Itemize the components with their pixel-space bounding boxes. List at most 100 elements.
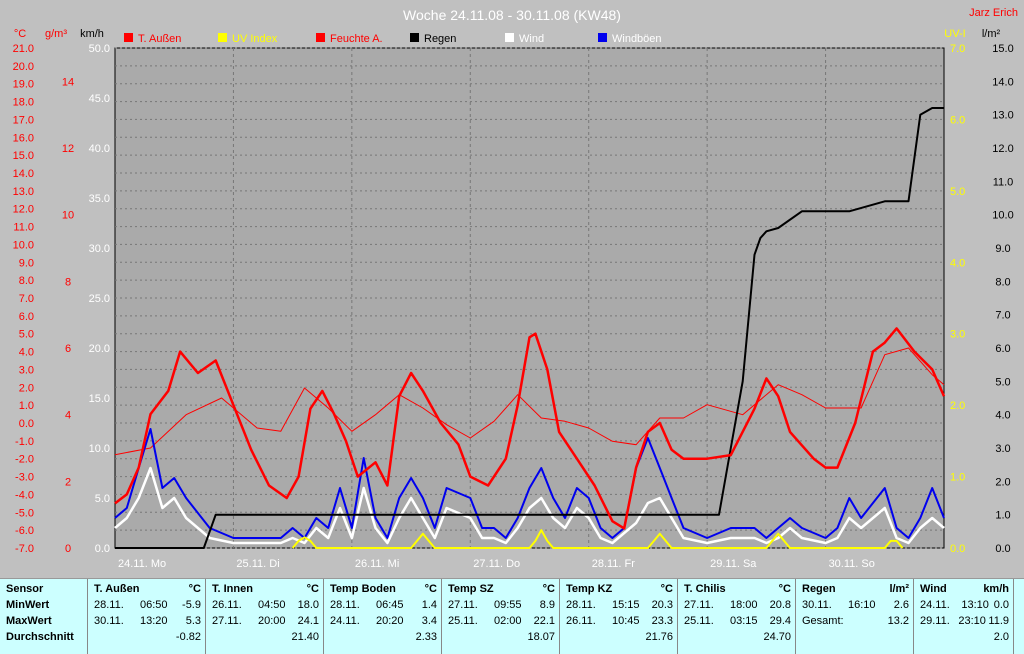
stats-cell: 28.11. (94, 599, 124, 611)
stats-cell: 8.9 (539, 599, 555, 611)
stats-cell: Wind (920, 583, 947, 595)
temp-tick-label: 4.0 (19, 347, 34, 359)
temp-tick-label: 16.0 (13, 132, 34, 144)
stats-row (802, 629, 909, 645)
stats-cell: T. Innen (212, 583, 253, 595)
stats-cell: 13:20 (140, 615, 168, 627)
rain-tick-label: 13.0 (992, 110, 1013, 122)
weather-chart: Woche 24.11.08 - 30.11.08 (KW48) Jarz Eri… (0, 0, 1024, 578)
wind-axis-unit: km/h (80, 28, 104, 40)
uv-tick-label: 3.0 (950, 329, 965, 341)
wind-tick-label: 20.0 (89, 343, 110, 355)
x-tick-label: 30.11. So (829, 558, 875, 570)
legend-swatch (124, 33, 133, 42)
stats-cell: 21.40 (291, 631, 319, 643)
uv-tick-label: 4.0 (950, 257, 965, 269)
stats-cell: 02:00 (494, 615, 522, 627)
temp-tick-label: 15.0 (13, 150, 34, 162)
rain-tick-label: 5.0 (995, 376, 1010, 388)
stats-cell: 1.4 (421, 599, 437, 611)
stats-cell: 20.8 (769, 599, 791, 611)
stats-cell: 15:15 (612, 599, 640, 611)
stats-cell: Gesamt: (802, 615, 844, 627)
wind-tick-label: 0.0 (95, 543, 110, 555)
stats-cell: -5.9 (182, 599, 201, 611)
stats-cell: 29.11. (920, 615, 950, 627)
temp-tick-label: 6.0 (19, 311, 34, 323)
stats-row: 27.11. 20:00 24.1 (212, 613, 319, 629)
stats-cell: °C (306, 583, 319, 595)
wind-tick-label: 45.0 (89, 93, 110, 105)
stats-cell: 18.07 (527, 631, 555, 643)
stats-row: 2.33 (330, 629, 437, 645)
stats-cell (802, 629, 848, 645)
label-min: MinWert (6, 599, 50, 611)
stats-row: Temp KZ °C (566, 581, 673, 597)
stats-cell: km/h (983, 583, 1009, 595)
stats-row: 28.11. 06:45 1.4 (330, 597, 437, 613)
temp-tick-label: 2.0 (19, 382, 34, 394)
label-sensor: Sensor (6, 583, 44, 595)
uv-tick-label: 5.0 (950, 186, 965, 198)
legend-label: Regen (424, 33, 456, 45)
stats-row: -0.82 (94, 629, 201, 645)
temp-tick-label: -2.0 (15, 454, 34, 466)
stats-row: 24.70 (684, 629, 791, 645)
rain-tick-label: 0.0 (995, 543, 1010, 555)
wind-tick-label: 10.0 (89, 443, 110, 455)
stats-row: 26.11. 10:45 23.3 (566, 613, 673, 629)
rain-tick-label: 10.0 (992, 210, 1013, 222)
temp-tick-label: 1.0 (19, 400, 34, 412)
stats-cell: 22.1 (533, 615, 555, 627)
temp-tick-label: 20.0 (13, 61, 34, 73)
wind-tick-label: 30.0 (89, 243, 110, 255)
stats-cell: 3.4 (421, 615, 437, 627)
x-tick-label: 27.11. Do (473, 558, 520, 570)
stats-row: Gesamt: 13.2 (802, 613, 909, 629)
uv-tick-label: 2.0 (950, 400, 965, 412)
stats-column: T. Außen °C 28.11. 06:50 -5.9 30.11. 13:20 5.3 -… (88, 579, 206, 654)
stats-cell: °C (542, 583, 555, 595)
stats-cell: l/m² (889, 583, 909, 595)
stats-row: 25.11. 03:15 29.4 (684, 613, 791, 629)
stats-cell: 23.3 (651, 615, 673, 627)
rain-tick-label: 14.0 (992, 76, 1013, 88)
stats-row: 27.11. 09:55 8.9 (448, 597, 555, 613)
stats-row: 30.11. 16:10 2.6 (802, 597, 909, 613)
stats-column: T. Chilis °C 27.11. 18:00 20.8 25.11. 03:15 29.… (678, 579, 796, 654)
rain-axis-unit: l/m² (982, 28, 1001, 40)
stats-cell: T. Außen (94, 583, 140, 595)
stats-cell: 30.11. (802, 599, 832, 611)
stats-cell: 28.11. (566, 599, 596, 611)
stats-row: Temp Boden °C (330, 581, 437, 597)
stats-cell: 13:10 (961, 599, 989, 611)
label-avg: Durchschnitt (6, 631, 74, 643)
stats-row: T. Außen °C (94, 581, 201, 597)
stats-cell: °C (778, 583, 791, 595)
stats-row: T. Innen °C (212, 581, 319, 597)
stats-row: 27.11. 18:00 20.8 (684, 597, 791, 613)
stats-cell: 24.11. (920, 599, 950, 611)
legend-label: T. Außen (138, 33, 181, 45)
temp-tick-label: 14.0 (13, 168, 34, 180)
stats-column: Temp KZ °C 28.11. 15:15 20.3 26.11. 10:45 23.3 2… (560, 579, 678, 654)
temp-tick-label: 21.0 (13, 43, 34, 55)
stats-cell: 2.0 (993, 631, 1009, 643)
stats-cell: Temp SZ (448, 583, 494, 595)
stats-row: 2.0 (920, 629, 1009, 645)
humidity-tick-label: 0 (65, 543, 71, 555)
wind-tick-label: 15.0 (89, 393, 110, 405)
rain-tick-label: 15.0 (992, 43, 1013, 55)
stats-cell: 09:55 (494, 599, 522, 611)
stats-cell: 24.11. (330, 615, 360, 627)
wind-tick-label: 35.0 (89, 193, 110, 205)
stats-cell: 20:20 (376, 615, 404, 627)
wind-tick-label: 5.0 (95, 493, 110, 505)
stats-cell (684, 629, 730, 645)
humidity-tick-label: 14 (62, 76, 74, 88)
x-tick-label: 26.11. Mi (355, 558, 399, 570)
stats-row: 25.11. 02:00 22.1 (448, 613, 555, 629)
rain-tick-label: 4.0 (995, 410, 1010, 422)
stats-cell: 30.11. (94, 615, 124, 627)
rain-tick-label: 7.0 (995, 310, 1010, 322)
